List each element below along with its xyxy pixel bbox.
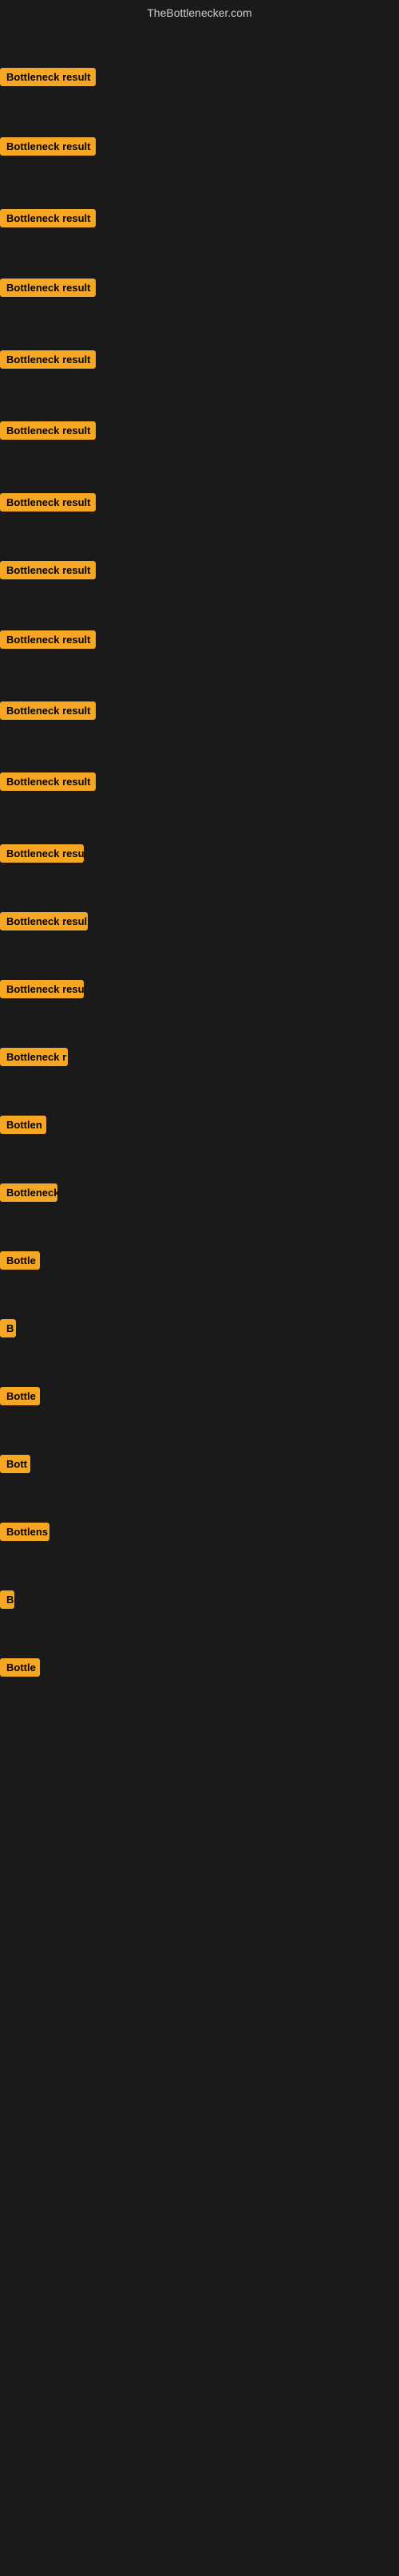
bottleneck-badge-1[interactable]: Bottleneck result [0,68,96,90]
bottleneck-label-19: B [0,1319,16,1337]
bottleneck-badge-16[interactable]: Bottlen [0,1116,46,1138]
bottleneck-badge-14[interactable]: Bottleneck resu [0,980,84,1002]
bottleneck-label-15: Bottleneck r [0,1048,68,1066]
bottleneck-badge-12[interactable]: Bottleneck resu [0,844,84,867]
bottleneck-badge-10[interactable]: Bottleneck result [0,701,96,724]
bottleneck-badge-4[interactable]: Bottleneck result [0,279,96,301]
bottleneck-label-20: Bottle [0,1387,40,1405]
bottleneck-badge-9[interactable]: Bottleneck result [0,630,96,653]
bottleneck-label-23: B [0,1590,14,1609]
bottleneck-badge-13[interactable]: Bottleneck resul [0,912,88,934]
bottleneck-badge-15[interactable]: Bottleneck r [0,1048,68,1070]
bottleneck-badge-24[interactable]: Bottle [0,1658,40,1681]
bottleneck-label-8: Bottleneck result [0,561,96,579]
bottleneck-label-24: Bottle [0,1658,40,1677]
bottleneck-label-10: Bottleneck result [0,701,96,720]
bottleneck-badge-17[interactable]: Bottleneck [0,1183,57,1206]
bottleneck-label-3: Bottleneck result [0,209,96,227]
bottleneck-badge-5[interactable]: Bottleneck result [0,350,96,373]
bottleneck-badge-6[interactable]: Bottleneck result [0,421,96,444]
bottleneck-label-18: Bottle [0,1251,40,1270]
bottleneck-label-1: Bottleneck result [0,68,96,86]
bottleneck-label-5: Bottleneck result [0,350,96,369]
bottleneck-badge-3[interactable]: Bottleneck result [0,209,96,231]
bottleneck-label-17: Bottleneck [0,1183,57,1202]
bottleneck-badge-22[interactable]: Bottlens [0,1523,49,1545]
bottleneck-badge-21[interactable]: Bott [0,1455,30,1477]
bottleneck-badge-18[interactable]: Bottle [0,1251,40,1274]
bottleneck-label-2: Bottleneck result [0,137,96,156]
bottleneck-label-7: Bottleneck result [0,493,96,512]
bottleneck-label-14: Bottleneck resu [0,980,84,998]
bottleneck-badge-8[interactable]: Bottleneck result [0,561,96,583]
bottleneck-badge-11[interactable]: Bottleneck result [0,772,96,795]
bottleneck-badge-23[interactable]: B [0,1590,14,1613]
bottleneck-label-4: Bottleneck result [0,279,96,297]
bottleneck-label-22: Bottlens [0,1523,49,1541]
bottleneck-badge-7[interactable]: Bottleneck result [0,493,96,516]
bottleneck-badge-19[interactable]: B [0,1319,16,1341]
bottleneck-label-11: Bottleneck result [0,772,96,791]
bottleneck-label-13: Bottleneck resul [0,912,88,930]
bottleneck-label-9: Bottleneck result [0,630,96,649]
bottleneck-label-21: Bott [0,1455,30,1473]
bottleneck-badge-2[interactable]: Bottleneck result [0,137,96,160]
bottleneck-badge-20[interactable]: Bottle [0,1387,40,1409]
bottleneck-label-12: Bottleneck resu [0,844,84,863]
site-title: TheBottlenecker.com [0,0,399,22]
bottleneck-label-16: Bottlen [0,1116,46,1134]
bottleneck-label-6: Bottleneck result [0,421,96,440]
